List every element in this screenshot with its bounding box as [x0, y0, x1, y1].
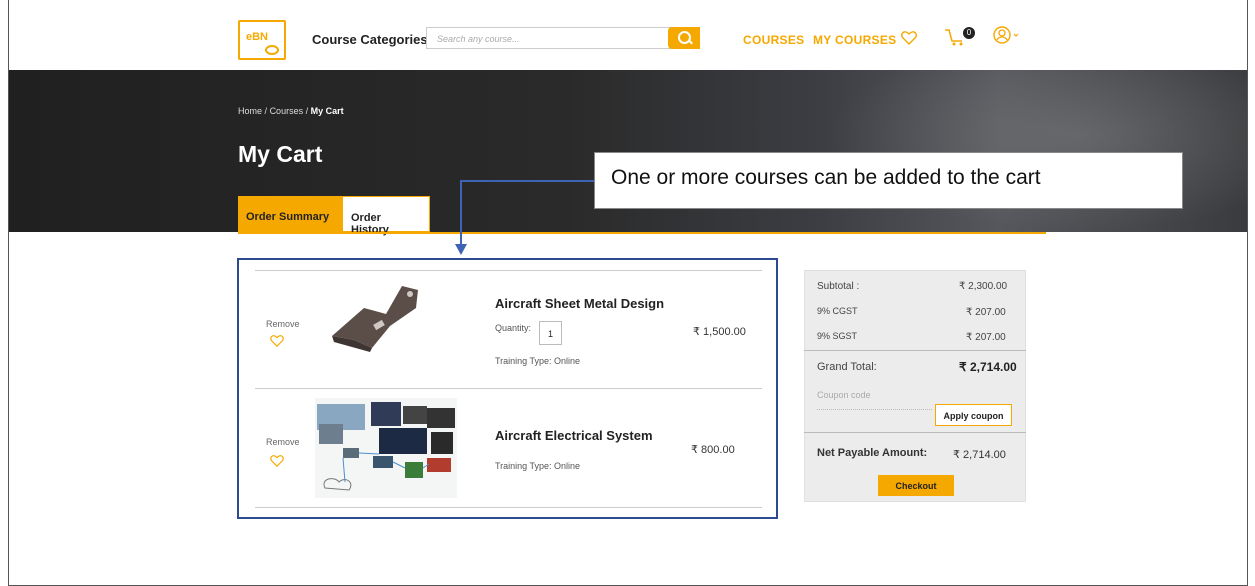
user-account-icon[interactable] [993, 26, 1023, 46]
net-payable-label: Net Payable Amount: [817, 447, 928, 459]
search-input[interactable]: Search any course... [426, 27, 676, 49]
cgst-label: 9% CGST [817, 306, 858, 316]
page-title: My Cart [238, 141, 323, 167]
subtotal-label: Subtotal : [817, 281, 860, 292]
quantity-label: Quantity: [495, 323, 532, 333]
course-categories-link[interactable]: Course Categories [312, 32, 428, 47]
training-type: Training Type: Online [495, 461, 581, 471]
tab-order-history[interactable]: Order History [342, 196, 430, 236]
coupon-code-input[interactable]: Coupon code [817, 390, 871, 400]
sgst-label: 9% SGST [817, 331, 858, 341]
logo[interactable]: eBN [238, 20, 286, 60]
divider [255, 507, 762, 508]
wishlist-heart-icon[interactable] [901, 31, 917, 45]
course-thumbnail[interactable] [324, 278, 424, 353]
quantity-input[interactable]: 1 [539, 321, 562, 345]
search-icon[interactable] [668, 27, 700, 49]
wishlist-heart-icon[interactable] [270, 455, 284, 467]
breadcrumb-separator: / [264, 106, 268, 116]
checkout-button[interactable]: Checkout [878, 475, 954, 496]
course-name[interactable]: Aircraft Electrical System [495, 428, 653, 443]
graduation-cap-icon [265, 45, 279, 55]
divider [255, 388, 762, 389]
cart-count-badge: 0 [963, 27, 975, 39]
grand-total-label: Grand Total: [817, 361, 877, 373]
apply-coupon-button[interactable]: Apply coupon [935, 404, 1012, 426]
logo-text: eBN [246, 31, 269, 43]
sgst-value: ₹ 207.00 [966, 332, 1006, 343]
remove-link[interactable]: Remove [266, 437, 300, 447]
annotation-arrow [455, 244, 467, 255]
app-frame: eBN Course Categories Search any course.… [8, 0, 1248, 586]
breadcrumb-current: My Cart [310, 106, 344, 116]
divider [804, 432, 1026, 433]
annotation-callout: One or more courses can be added to the … [594, 152, 1183, 209]
breadcrumb-home[interactable]: Home [238, 106, 262, 116]
remove-link[interactable]: Remove [266, 319, 300, 329]
wishlist-heart-icon[interactable] [270, 335, 284, 347]
net-payable-value: ₹ 2,714.00 [953, 449, 1006, 461]
top-navbar: eBN Course Categories Search any course.… [9, 0, 1247, 70]
order-summary-panel [804, 270, 1026, 502]
divider [255, 270, 762, 271]
annotation-line [460, 180, 462, 244]
course-name[interactable]: Aircraft Sheet Metal Design [495, 296, 664, 311]
tab-order-summary[interactable]: Order Summary [238, 196, 342, 232]
divider [804, 350, 1026, 351]
nav-courses[interactable]: COURSES [743, 33, 804, 47]
coupon-input-underline [817, 409, 932, 410]
nav-my-courses[interactable]: MY COURSES [813, 33, 896, 47]
breadcrumb-courses[interactable]: Courses [270, 106, 304, 116]
training-type: Training Type: Online [495, 356, 581, 366]
breadcrumb: Home / Courses / My Cart [238, 106, 344, 116]
subtotal-value: ₹ 2,300.00 [959, 281, 1008, 292]
annotation-line [460, 180, 594, 182]
course-price: ₹ 1,500.00 [693, 326, 746, 338]
course-price: ₹ 800.00 [691, 444, 735, 456]
grand-total-value: ₹ 2,714.00 [959, 360, 1017, 374]
tab-underline [238, 232, 1046, 234]
cgst-value: ₹ 207.00 [966, 307, 1006, 318]
breadcrumb-separator: / [305, 106, 309, 116]
course-thumbnail[interactable] [315, 398, 457, 498]
